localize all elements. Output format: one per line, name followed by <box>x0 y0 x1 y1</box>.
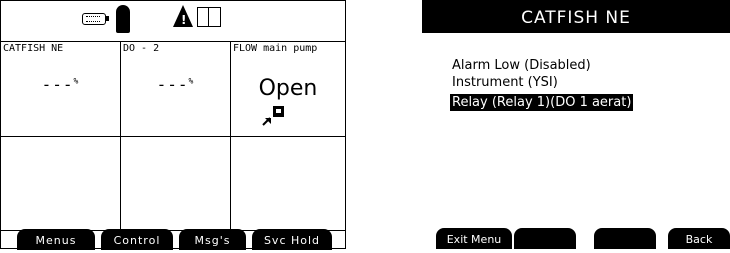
channel-menu-screen: CATFISH NE Alarm Low (Disabled) Instrume… <box>422 0 730 249</box>
battery-icon <box>82 13 109 25</box>
status-bar: ! <box>1 1 347 41</box>
warning-icon: ! <box>173 5 193 27</box>
channel-cell-empty[interactable] <box>231 137 346 231</box>
menus-button[interactable]: Menus <box>17 229 95 250</box>
channel-title: DO - 2 <box>123 43 160 54</box>
channel-cell-catfish-ne[interactable]: CATFISH NE ---% <box>1 42 121 137</box>
softkey-2-button[interactable] <box>514 228 576 249</box>
manual-icon <box>197 7 221 27</box>
menu-list: Alarm Low (Disabled) Instrument (YSI) Re… <box>450 57 634 111</box>
channel-value: ---% <box>156 75 195 94</box>
channel-cell-empty[interactable] <box>121 137 231 231</box>
messages-button[interactable]: Msg's <box>179 229 246 250</box>
channel-title: FLOW main pump <box>233 43 318 54</box>
channel-grid: CATFISH NE ---% DO - 2 ---% FLOW main pu… <box>1 41 346 232</box>
softkey-bar: Menus Control Msg's Svc Hold <box>1 229 347 250</box>
channel-cell-flow-main-pump[interactable]: FLOW main pump Open <box>231 42 346 137</box>
main-status-screen: ! CATFISH NE ---% DO - 2 ---% FLOW main … <box>0 0 347 250</box>
menu-item-instrument[interactable]: Instrument (YSI) <box>450 74 633 91</box>
menu-item-relay[interactable]: Relay (Relay 1)(DO 1 aerat) <box>450 94 634 111</box>
control-button[interactable]: Control <box>101 229 173 250</box>
channel-cell-do-2[interactable]: DO - 2 ---% <box>121 42 231 137</box>
probe-icon <box>116 5 130 33</box>
softkey-3-button[interactable] <box>594 228 656 249</box>
channel-title: CATFISH NE <box>3 43 64 54</box>
relay-link-icon <box>262 106 284 126</box>
back-button[interactable]: Back <box>668 228 730 249</box>
channel-cell-empty[interactable] <box>1 137 121 231</box>
channel-value: Open <box>258 76 318 101</box>
exit-menu-button[interactable]: Exit Menu <box>436 228 512 249</box>
menu-item-alarm-low[interactable]: Alarm Low (Disabled) <box>450 57 633 74</box>
menu-title: CATFISH NE <box>422 0 730 33</box>
service-hold-button[interactable]: Svc Hold <box>252 229 332 250</box>
channel-value: ---% <box>41 75 80 94</box>
